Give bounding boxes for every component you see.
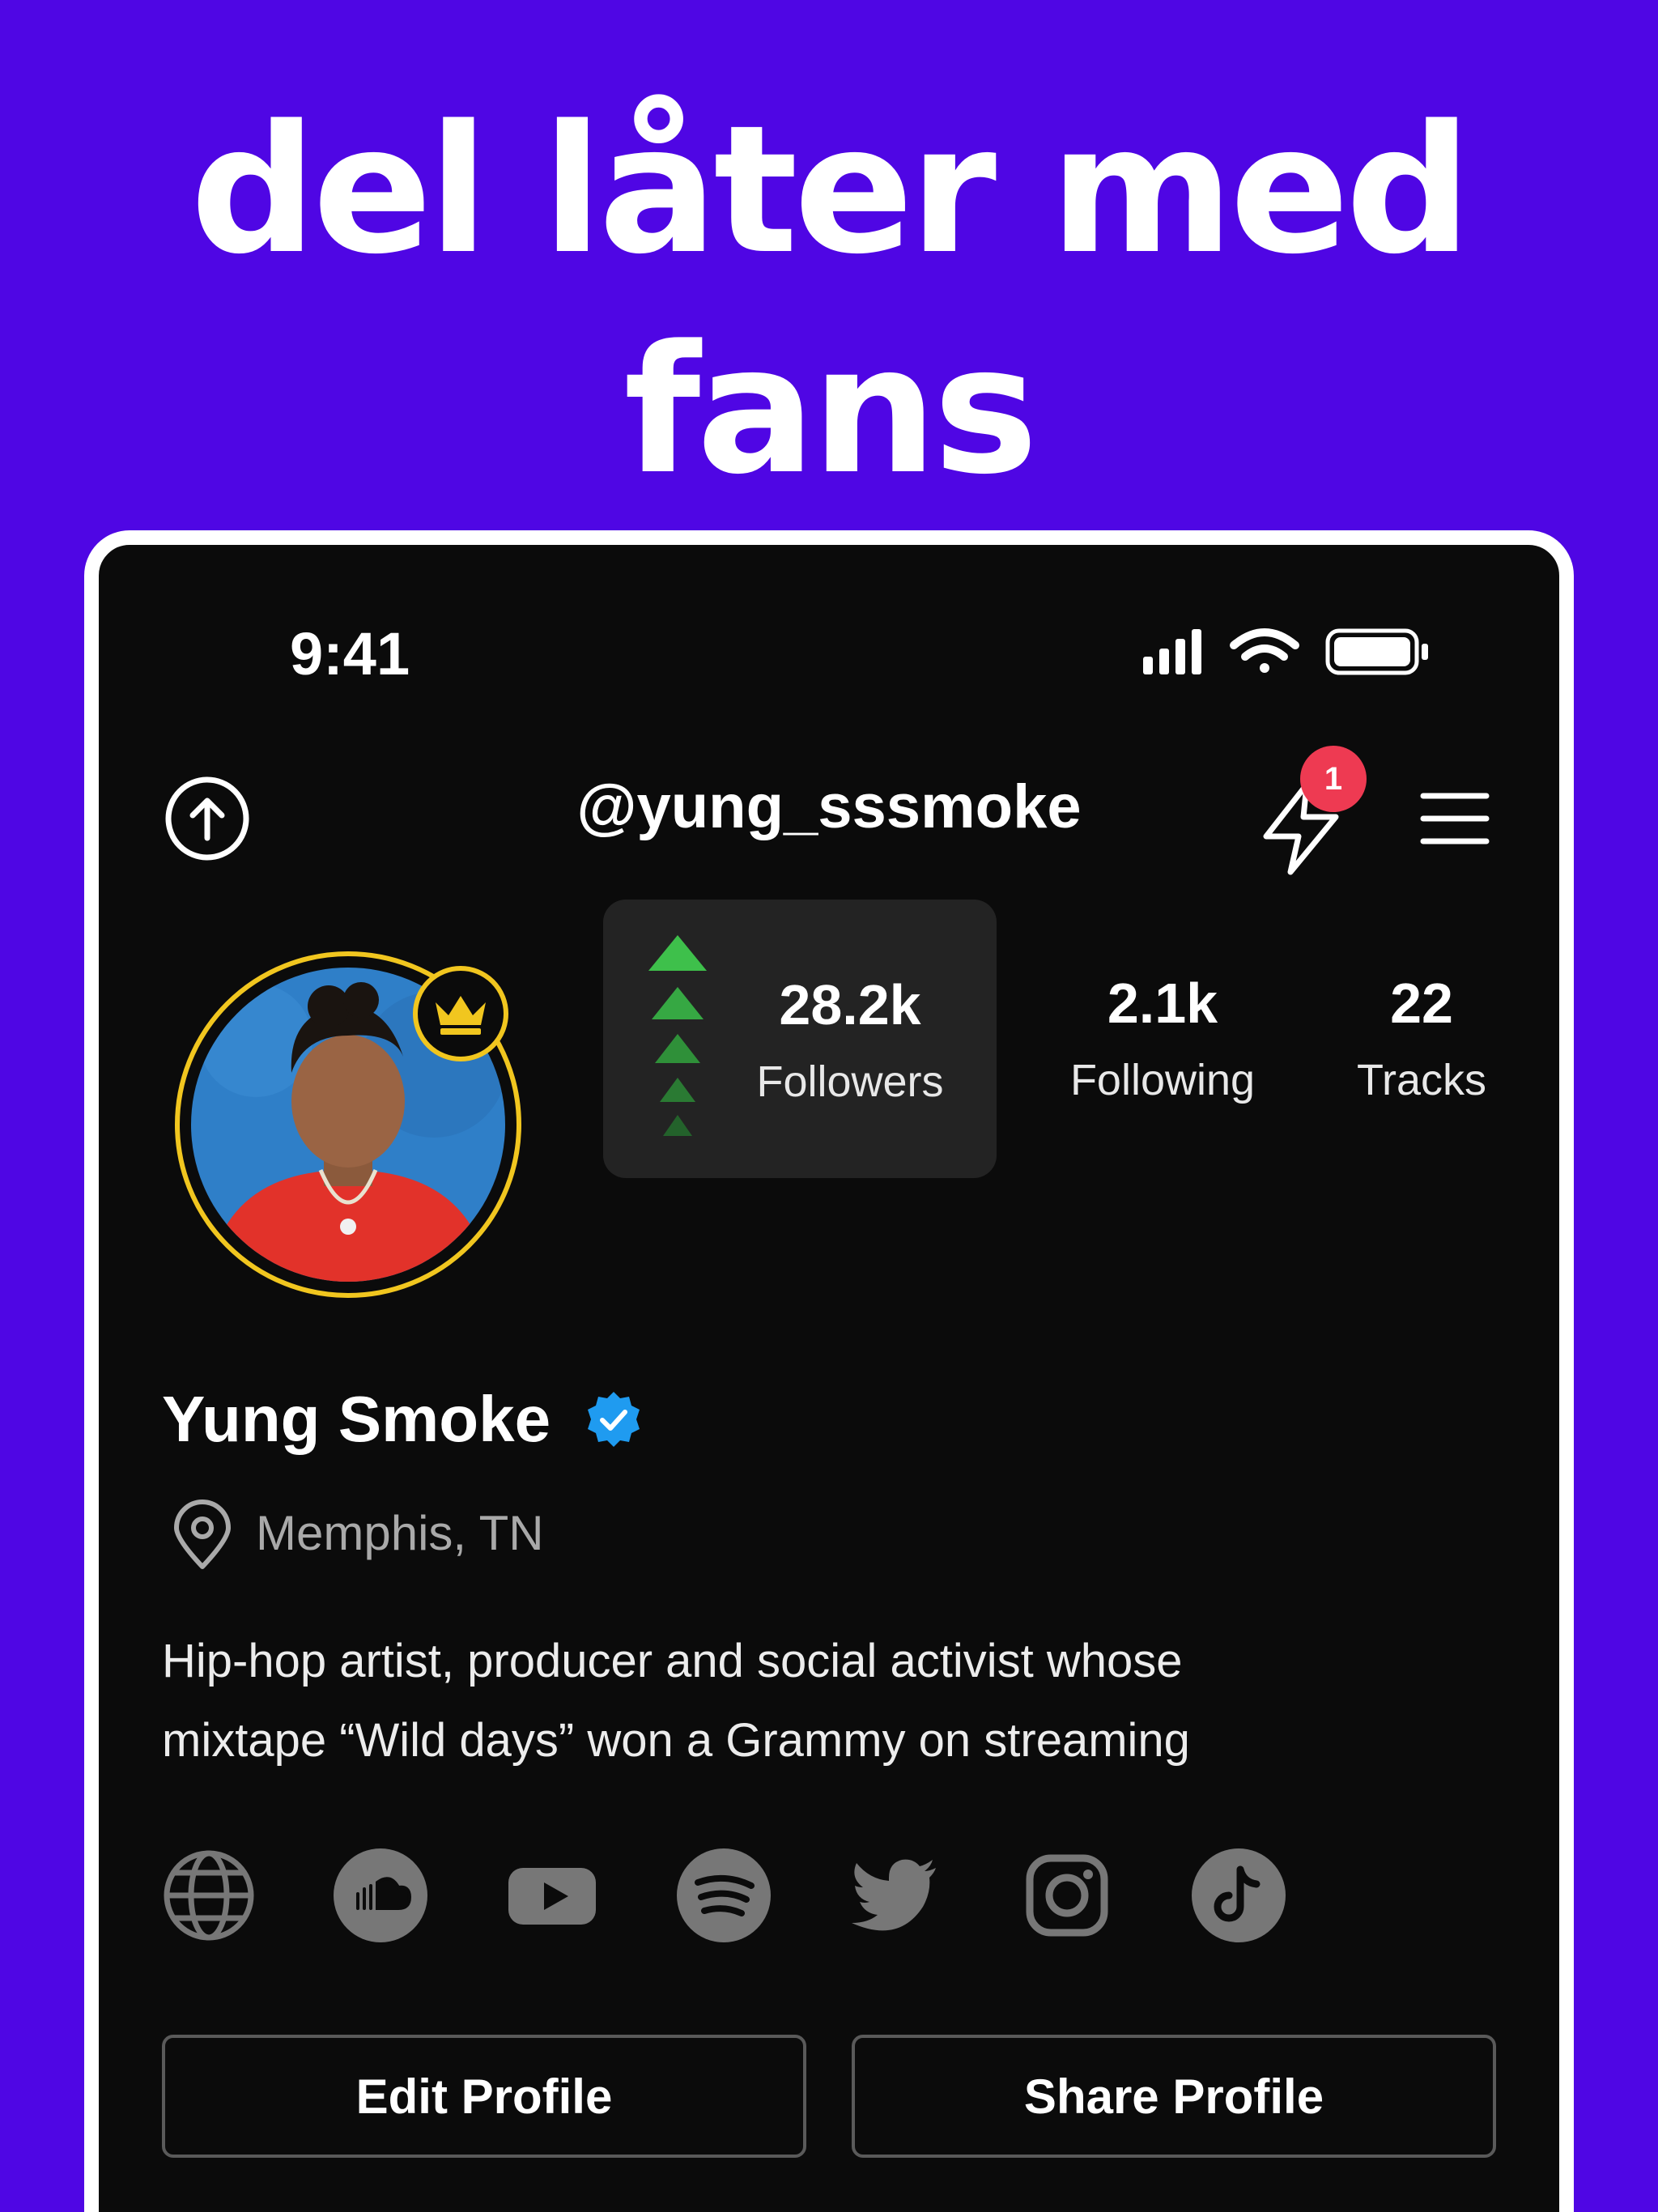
crown-badge	[413, 966, 508, 1061]
battery-icon	[1325, 628, 1428, 675]
followers-count: 28.2k	[779, 973, 921, 1036]
wifi-icon	[1230, 628, 1299, 673]
spotify-icon[interactable]	[677, 1848, 771, 1942]
profile-name: Yung Smoke	[162, 1383, 551, 1455]
followers-stat[interactable]: 28.2k Followers	[603, 900, 997, 1178]
share-profile-button[interactable]: Share Profile	[852, 2035, 1496, 2158]
soundcloud-icon[interactable]	[334, 1848, 427, 1942]
tiktok-icon[interactable]	[1192, 1848, 1286, 1942]
social-links	[162, 1848, 1457, 1946]
status-icons	[1143, 624, 1467, 681]
headline-line-1: del låter med	[190, 88, 1472, 293]
bio-line-1: Hip-hop artist, producer and social acti…	[162, 1635, 1183, 1687]
menu-button[interactable]	[1418, 786, 1491, 851]
tracks-label[interactable]: Tracks	[1324, 1055, 1519, 1105]
edit-profile-button[interactable]: Edit Profile	[162, 2035, 806, 2158]
notification-badge: 1	[1300, 746, 1367, 812]
trending-up-icon	[648, 935, 707, 1146]
following-count[interactable]: 2.1k	[1041, 971, 1284, 1036]
hamburger-icon	[1420, 793, 1490, 844]
status-time: 9:41	[290, 620, 410, 687]
tracks-count[interactable]: 22	[1324, 971, 1519, 1036]
headline: del låter med fans	[0, 81, 1658, 521]
instagram-icon[interactable]	[1020, 1848, 1114, 1942]
youtube-icon[interactable]	[505, 1848, 599, 1942]
headline-line-2: fans	[623, 308, 1039, 513]
globe-icon[interactable]	[162, 1848, 256, 1942]
cellular-signal-icon	[1143, 629, 1201, 674]
verified-icon	[585, 1390, 643, 1448]
following-label[interactable]: Following	[1041, 1055, 1284, 1105]
profile-location: Memphis, TN	[256, 1506, 544, 1560]
phone-screen: 9:41 @yung_sssmoke 1 28.2k Followers 2.1…	[84, 530, 1574, 2212]
followers-label: Followers	[756, 1057, 944, 1106]
twitter-icon[interactable]	[848, 1848, 942, 1942]
bio-line-2: mixtape “Wild days” won a Grammy on stre…	[162, 1714, 1190, 1767]
profile-bio: Hip-hop artist, producer and social acti…	[162, 1622, 1490, 1780]
location-pin-icon	[170, 1499, 235, 1572]
crown-icon	[436, 996, 486, 1035]
